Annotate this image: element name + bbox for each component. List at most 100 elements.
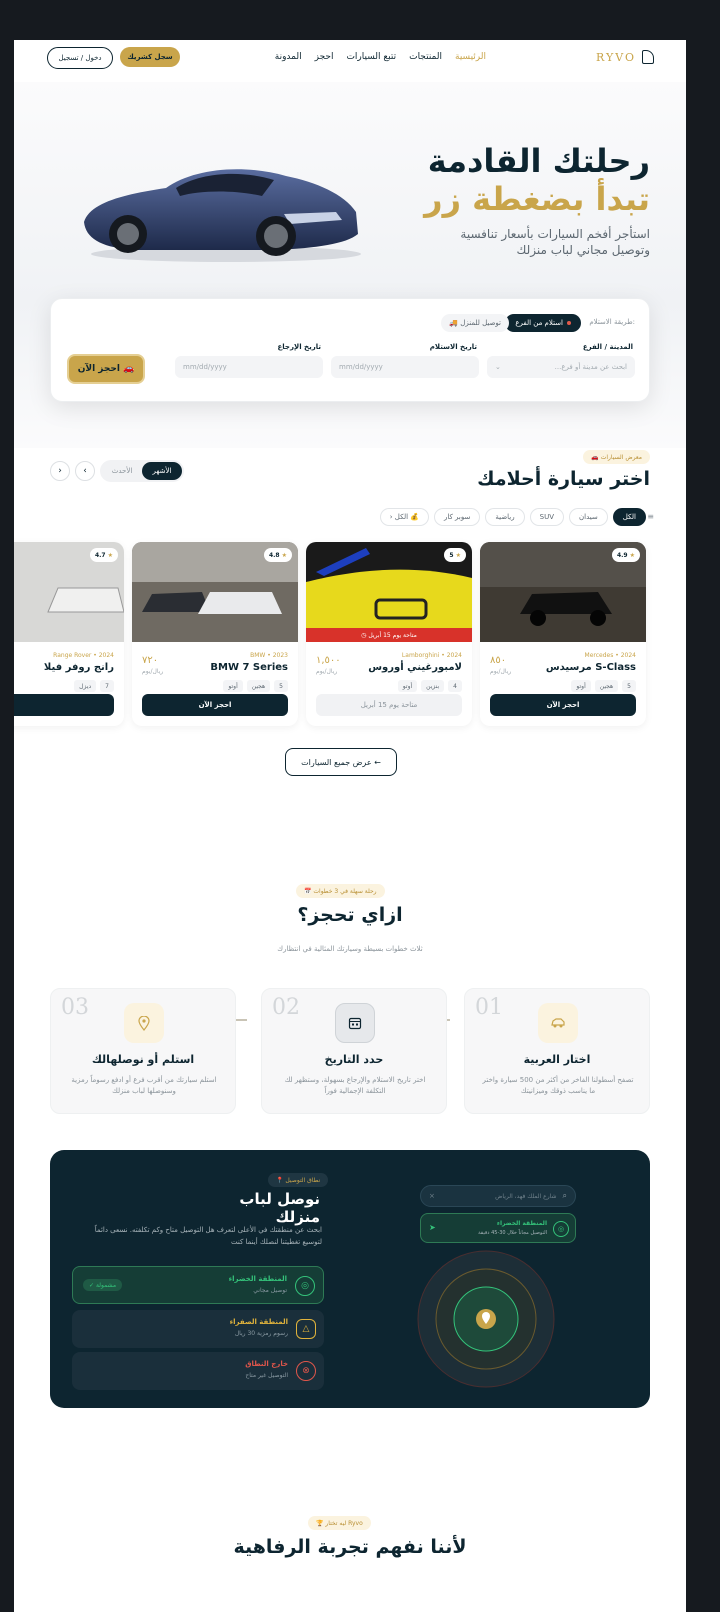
nav-link-products[interactable]: المنتجات <box>409 52 442 62</box>
pickup-branch-label: استلام من الفرع <box>515 319 563 327</box>
calendar-icon <box>335 1003 375 1043</box>
filter-price[interactable]: 💰 الكل ‹ <box>379 508 429 526</box>
car-brand: Lamborghini • 2024 <box>401 652 462 659</box>
price-unit: ريال/يوم <box>316 668 338 675</box>
book-car-button[interactable] <box>14 694 114 716</box>
availability-text: متاحة يوم 15 أبريل <box>368 631 417 639</box>
delivery-badge: 📍 نطاق التوصيل <box>268 1173 329 1187</box>
car-card[interactable]: ◷ متاحة يوم 15 أبريل 5 ★ Lamborghini • 20… <box>306 542 472 726</box>
star-icon: ★ <box>629 551 635 559</box>
availability-button[interactable]: متاحة يوم 15 أبريل <box>316 694 462 716</box>
filter-sport[interactable]: رياضية <box>485 508 525 526</box>
filter-sedan[interactable]: سيدان <box>569 508 608 526</box>
booking-form: طريقة الاستلام: استلام من الفرع 🚚 توصيل … <box>50 298 650 402</box>
step-connector <box>235 1019 247 1021</box>
step-number: 01 <box>475 995 503 1020</box>
fuel-spec: هجين <box>246 680 271 692</box>
rating-value: 4.7 <box>94 551 106 559</box>
car-price: ٨٥٠ <box>490 655 507 666</box>
category-filters: الكل سيدان SUV رياضية سوبر كار 💰 الكل ‹ <box>379 508 646 526</box>
zone-sub: رسوم رمزية 30 ريال <box>234 1330 288 1337</box>
tab-popular[interactable]: الأشهر <box>142 462 182 480</box>
city-label: المدينة / الفرع <box>582 343 633 351</box>
tab-newest[interactable]: الأحدث <box>102 462 142 480</box>
nav-link-tracking[interactable]: تتبع السيارات <box>346 52 396 62</box>
dot-icon <box>567 321 571 325</box>
zone-title: خارج النطاق <box>245 1360 288 1368</box>
hero-subtitle: استأجر أفخم السيارات بأسعار تنافسية وتوص… <box>460 227 650 257</box>
nav-link-blog[interactable]: المدونة <box>275 52 302 62</box>
page: RYVO الرئيسية المنتجات تتبع السيارات احج… <box>14 40 686 1612</box>
rating-value: 5 <box>449 551 454 559</box>
arrow-left-icon[interactable]: ‹ <box>75 461 95 481</box>
book-car-button[interactable]: احجز الآن <box>490 694 636 716</box>
warning-icon: △ <box>296 1319 316 1339</box>
gallery-title: اختر سيارة أحلامك <box>477 468 650 490</box>
check-icon: ◎ <box>295 1276 315 1296</box>
seats-spec: 7 <box>100 680 114 692</box>
partner-signup-button[interactable]: سجل كشريك <box>120 47 180 67</box>
pickup-date-input[interactable]: mm/dd/yyyy <box>331 356 479 378</box>
zone-green: ◎ المنطقة الخضراء توصيل مجاني ✓ مشمولة <box>72 1266 324 1304</box>
search-placeholder: شارع الملك فهد، الرياض <box>495 1192 557 1200</box>
book-car-button[interactable]: احجز الآن <box>142 694 288 716</box>
filter-list-icon[interactable]: ≡ <box>647 512 654 521</box>
star-icon: ★ <box>455 551 461 559</box>
nav-link-home[interactable]: الرئيسية <box>455 52 486 62</box>
view-all-cars-button[interactable]: عرض جميع السيارات ← <box>285 748 397 776</box>
car-brand: Mercedes • 2024 <box>584 652 636 659</box>
car-card[interactable]: 4.9 ★ Mercedes • 2024 مرسيدس S-Class ٨٥٠ … <box>480 542 646 726</box>
zone-outside: ⊗ خارج النطاق التوصيل غير متاح <box>72 1352 324 1390</box>
car-name: لامبورغيني أوروس <box>368 662 462 673</box>
pickup-method-label: طريقة الاستلام: <box>589 318 635 326</box>
price-unit: ريال/يوم <box>490 668 512 675</box>
fuel-spec: هجين <box>594 680 619 692</box>
filter-suv[interactable]: SUV <box>529 508 564 526</box>
pickup-branch-toggle[interactable]: استلام من الفرع <box>505 314 581 332</box>
filter-supercar[interactable]: سوبر كار <box>433 508 481 526</box>
how-subtitle: ثلاث خطوات بسيطة وسيارتك المثالية في انت… <box>277 945 423 953</box>
zone-yellow: △ المنطقة الصفراء رسوم رمزية 30 ريال <box>72 1310 324 1348</box>
rating-value: 4.9 <box>616 551 628 559</box>
step-title: استلم أو نوصلهالك <box>91 1053 195 1066</box>
result-sub: التوصيل مجاناً خلال 30-45 دقيقة <box>478 1230 547 1236</box>
price-unit: ريال/يوم <box>142 668 164 675</box>
filter-price-label: 💰 الكل <box>394 513 419 521</box>
rating-badge: 4.8 ★ <box>263 548 292 562</box>
step-desc: استلم سيارتك من أقرب فرع أو ادفع رسوماً … <box>71 1076 217 1095</box>
location-pin-icon <box>124 1003 164 1043</box>
return-date-input[interactable]: mm/dd/yyyy <box>175 356 323 378</box>
result-title: المنطقة الخضراء <box>496 1220 547 1227</box>
zone-sub: توصيل مجاني <box>253 1287 287 1294</box>
seats-spec: 5 <box>274 680 288 692</box>
step-card: 01 اختار العربية تصفح أسطولنا الفاخر من … <box>464 988 650 1114</box>
step-title: حدد التاريخ <box>324 1053 384 1066</box>
step-number: 02 <box>272 995 300 1020</box>
car-specs: 5 هجين أوتو <box>571 680 636 692</box>
star-icon: ★ <box>281 551 287 559</box>
address-search-input[interactable]: ⌕ شارع الملك فهد، الرياض × <box>420 1185 576 1207</box>
transmission-spec: أوتو <box>571 680 591 692</box>
login-button[interactable]: دخول / تسجيل <box>47 47 113 69</box>
clock-icon: ◷ <box>361 631 369 639</box>
logo[interactable]: RYVO <box>596 50 654 64</box>
close-icon: ⊗ <box>296 1361 316 1381</box>
steps-badge: 📅 رحلة سهلة في 3 خطوات <box>296 884 385 898</box>
step-card: 02 حدد التاريخ اختر تاريخ الاستلام والإر… <box>261 988 447 1114</box>
car-card[interactable]: 4.7 ★ Range Rover • 2024 رانج روفر فيلا 7… <box>14 542 124 726</box>
why-title: لأننا نفهم تجربة الرفاهية <box>233 1536 467 1558</box>
car-name: BMW 7 Series <box>210 662 288 673</box>
home-delivery-toggle[interactable]: 🚚 توصيل للمنزل <box>441 314 509 332</box>
car-card[interactable]: 4.8 ★ BMW • 2023 BMW 7 Series ٧٢٠ ريال/يو… <box>132 542 298 726</box>
step-card: 03 استلم أو نوصلهالك استلم سيارتك من أقر… <box>50 988 236 1114</box>
book-now-button[interactable]: احجز الآن 🚗 <box>67 354 145 384</box>
city-select[interactable]: ابحث عن مدينة أو فرع... ⌄ <box>487 356 635 378</box>
filter-all[interactable]: الكل <box>612 508 646 526</box>
fuel-spec: ديزل <box>74 680 97 692</box>
hero-title-line2: تبدأ بضغطة زر <box>424 180 650 218</box>
delivery-zone-map <box>417 1250 555 1388</box>
close-icon[interactable]: × <box>429 1192 435 1200</box>
arrow-right-icon[interactable]: › <box>50 461 70 481</box>
nav-link-book[interactable]: احجز <box>315 52 334 62</box>
fuel-spec: بنزين <box>421 680 445 692</box>
